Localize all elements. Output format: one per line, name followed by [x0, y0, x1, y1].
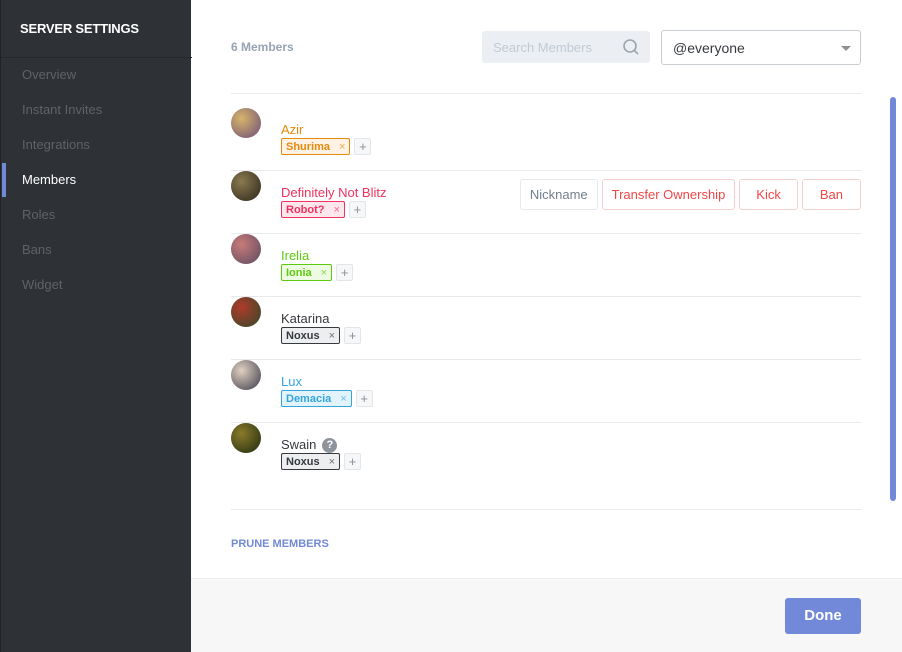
member-name: Azir	[281, 122, 303, 137]
role-tags: Demacia × +	[281, 390, 373, 407]
add-role-button[interactable]: +	[336, 264, 354, 281]
role-name: Demacia	[286, 392, 332, 405]
member-row[interactable]: Definitely Not Blitz Robot? × + Nickname …	[231, 156, 861, 219]
divider	[1, 57, 192, 58]
role-tags: Shurima × +	[281, 138, 372, 155]
remove-role-icon[interactable]: ×	[340, 393, 346, 405]
search-placeholder: Search Members	[493, 40, 592, 55]
role-tag: Robot? ×	[281, 201, 345, 218]
member-name: Swain?	[281, 437, 338, 453]
role-name: Shurima	[286, 140, 331, 153]
chevron-down-icon	[841, 46, 851, 51]
members-panel: 6 Members Search Members @everyone Azir …	[191, 0, 902, 578]
sidebar: SERVER SETTINGS Overview Instant Invites…	[0, 0, 192, 652]
sidebar-item-instant-invites[interactable]: Instant Invites	[22, 102, 102, 117]
avatar	[231, 423, 261, 453]
search-input[interactable]: Search Members	[482, 31, 650, 63]
sidebar-item-integrations[interactable]: Integrations	[22, 137, 90, 152]
role-name: Noxus	[286, 329, 320, 342]
transfer-ownership-button[interactable]: Transfer Ownership	[601, 179, 736, 210]
role-filter-select[interactable]: @everyone	[661, 30, 861, 65]
scrollbar[interactable]	[890, 97, 896, 501]
member-name: Definitely Not Blitz	[281, 185, 386, 200]
sidebar-item-overview[interactable]: Overview	[22, 67, 76, 82]
member-actions: Nickname Transfer Ownership Kick Ban	[519, 179, 861, 210]
role-tags: Ionia × +	[281, 264, 354, 281]
member-name: Lux	[281, 374, 302, 389]
sidebar-item-widget[interactable]: Widget	[22, 277, 62, 292]
member-name-text: Lux	[281, 374, 302, 389]
avatar	[231, 108, 261, 138]
add-role-button[interactable]: +	[355, 390, 373, 407]
avatar	[231, 234, 261, 264]
member-name-text: Katarina	[281, 311, 330, 326]
role-name: Noxus	[286, 455, 320, 468]
role-tag: Demacia ×	[281, 390, 352, 407]
role-tags: Noxus × +	[281, 453, 362, 470]
kick-button[interactable]: Kick	[739, 179, 798, 210]
role-name: Robot?	[286, 203, 325, 216]
member-count: 6 Members	[231, 40, 294, 54]
member-row[interactable]: Swain? Noxus × +	[231, 408, 861, 471]
role-name: Ionia	[286, 266, 312, 279]
member-name-text: Swain	[281, 437, 317, 452]
remove-role-icon[interactable]: ×	[339, 141, 345, 153]
member-row[interactable]: Katarina Noxus × +	[231, 282, 861, 345]
prune-members-link[interactable]: PRUNE MEMBERS	[231, 538, 329, 550]
role-tag: Noxus ×	[281, 327, 341, 344]
remove-role-icon[interactable]: ×	[329, 330, 335, 342]
add-role-button[interactable]: +	[348, 201, 366, 218]
add-role-button[interactable]: +	[354, 138, 372, 155]
sidebar-title: SERVER SETTINGS	[20, 21, 139, 36]
role-tags: Noxus × +	[281, 327, 362, 344]
role-filter-value: @everyone	[673, 40, 745, 56]
ban-button[interactable]: Ban	[801, 179, 861, 210]
member-name-text: Azir	[281, 122, 304, 137]
avatar	[231, 297, 261, 327]
avatar	[231, 171, 261, 201]
done-button[interactable]: Done	[785, 598, 861, 634]
search-icon	[623, 39, 639, 55]
remove-role-icon[interactable]: ×	[333, 204, 339, 216]
member-row[interactable]: Irelia Ionia × +	[231, 219, 861, 282]
member-row[interactable]: Lux Demacia × +	[231, 345, 861, 408]
add-role-button[interactable]: +	[344, 327, 362, 344]
avatar	[231, 360, 261, 390]
role-tags: Robot? × +	[281, 201, 366, 218]
member-name-text: Irelia	[281, 248, 310, 263]
sidebar-item-bans[interactable]: Bans	[22, 242, 52, 257]
member-name: Katarina	[281, 311, 329, 326]
remove-role-icon[interactable]: ×	[329, 456, 335, 468]
member-name: Irelia	[281, 248, 309, 263]
remove-role-icon[interactable]: ×	[321, 267, 327, 279]
nickname-button[interactable]: Nickname	[519, 179, 598, 210]
sidebar-item-members[interactable]: Members	[22, 172, 76, 187]
member-name-text: Definitely Not Blitz	[281, 185, 387, 200]
add-role-button[interactable]: +	[344, 453, 362, 470]
footer: Done	[191, 578, 902, 652]
role-tag: Noxus ×	[281, 453, 341, 470]
active-indicator	[2, 163, 6, 197]
help-icon[interactable]: ?	[322, 438, 338, 453]
sidebar-item-roles[interactable]: Roles	[22, 207, 55, 222]
member-row[interactable]: Azir Shurima × +	[231, 93, 861, 156]
role-tag: Shurima ×	[281, 138, 351, 155]
divider	[231, 509, 861, 510]
role-tag: Ionia ×	[281, 264, 333, 281]
